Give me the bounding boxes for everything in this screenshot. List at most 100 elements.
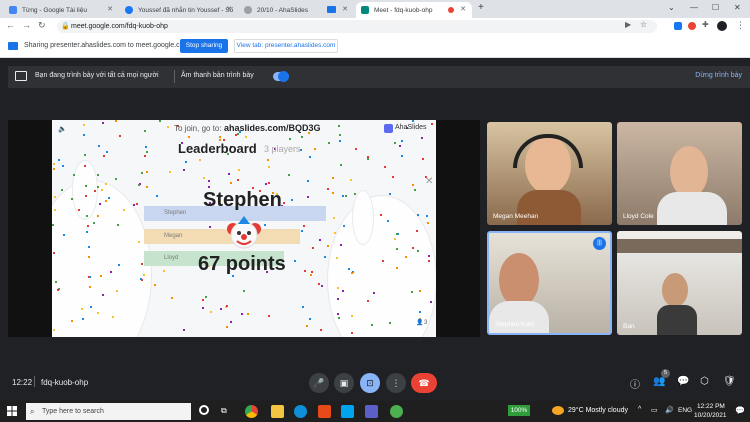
store-icon[interactable] bbox=[341, 405, 354, 418]
teams-icon[interactable] bbox=[365, 405, 378, 418]
confetti-piece bbox=[86, 231, 88, 233]
network-icon[interactable]: ▭ bbox=[651, 406, 658, 414]
close-tab-icon[interactable]: ✕ bbox=[342, 5, 348, 13]
extension-facebook-icon[interactable] bbox=[674, 22, 682, 30]
windows-start-icon[interactable] bbox=[7, 406, 17, 416]
extensions-puzzle-icon[interactable]: ✚ bbox=[702, 20, 709, 29]
reload-icon[interactable]: ↻ bbox=[38, 20, 46, 31]
language-indicator[interactable]: ENG bbox=[678, 407, 692, 414]
confetti-piece bbox=[210, 311, 212, 313]
close-icon[interactable]: ✕ bbox=[425, 176, 433, 187]
confetti-piece bbox=[384, 166, 386, 168]
participant-tile-speaking[interactable]: ||| Stephen Katri bbox=[487, 231, 612, 335]
confetti-piece bbox=[431, 123, 433, 125]
tab-meet[interactable]: Meet - fdq-kuob-ohp ✕ bbox=[356, 2, 472, 18]
host-controls-icon[interactable]: 🛡 bbox=[723, 376, 736, 387]
confetti-piece bbox=[101, 189, 103, 191]
meet-icon bbox=[361, 6, 369, 14]
confetti-piece bbox=[119, 135, 121, 137]
confetti-piece bbox=[144, 130, 146, 132]
confetti-piece bbox=[430, 301, 432, 303]
meeting-info-icon[interactable]: ⓘ bbox=[630, 376, 640, 391]
confetti-piece bbox=[348, 268, 350, 270]
cortana-icon[interactable] bbox=[199, 405, 209, 415]
menu-kebab-icon[interactable]: ⋮ bbox=[736, 20, 745, 31]
confetti-piece bbox=[98, 145, 100, 147]
close-tab-icon[interactable]: ✕ bbox=[107, 5, 113, 13]
sound-icon[interactable]: 🔈 bbox=[58, 125, 67, 133]
confetti-piece bbox=[419, 290, 421, 292]
stop-presenting-button[interactable]: Dừng trình bày bbox=[695, 72, 742, 79]
confetti-piece bbox=[105, 183, 107, 185]
chat-icon[interactable]: 💬 bbox=[677, 376, 689, 387]
participant-tile[interactable]: Megan Meehan bbox=[487, 122, 612, 225]
file-explorer-icon[interactable] bbox=[271, 405, 284, 418]
bookmark-star-icon[interactable]: ☆ bbox=[640, 20, 647, 29]
presentation-audio-toggle[interactable] bbox=[273, 71, 289, 82]
confetti-piece bbox=[61, 189, 63, 191]
confetti-piece bbox=[338, 317, 340, 319]
confetti-piece bbox=[332, 192, 334, 194]
camera-in-use-icon[interactable]: ▶ bbox=[625, 20, 631, 29]
app-green-icon[interactable] bbox=[390, 405, 403, 418]
participant-tile-self[interactable]: Bạn bbox=[617, 231, 742, 335]
notifications-icon[interactable]: 💬 bbox=[735, 406, 745, 415]
confetti-piece bbox=[342, 195, 344, 197]
office-icon[interactable] bbox=[318, 405, 331, 418]
battery-indicator[interactable]: 100% bbox=[508, 405, 530, 416]
divider bbox=[174, 70, 175, 83]
confetti-piece bbox=[102, 294, 104, 296]
clock-time[interactable]: 12:22 PM bbox=[697, 403, 725, 410]
confetti-piece bbox=[146, 186, 148, 188]
close-window-icon[interactable]: ✕ bbox=[734, 3, 741, 12]
leaderboard-title: Leaderboard bbox=[178, 141, 257, 156]
new-tab-button[interactable]: + bbox=[478, 2, 484, 13]
participant-tile[interactable]: Lloyd Cole bbox=[617, 122, 742, 225]
close-tab-icon[interactable]: ✕ bbox=[460, 5, 466, 13]
microphone-button[interactable]: 🎤 bbox=[309, 373, 329, 393]
camera-button[interactable]: ▣ bbox=[334, 373, 354, 393]
tab-google-docs[interactable]: Từng - Google Tài liệu ✕ bbox=[4, 2, 119, 18]
confetti-piece bbox=[264, 224, 266, 226]
activities-icon[interactable]: ⬡ bbox=[700, 376, 709, 387]
confetti-piece bbox=[309, 156, 311, 158]
confetti-piece bbox=[99, 203, 101, 205]
edge-icon[interactable] bbox=[294, 405, 307, 418]
more-options-button[interactable]: ⋮ bbox=[386, 373, 406, 393]
profile-avatar[interactable] bbox=[717, 21, 727, 31]
confetti-piece bbox=[57, 289, 59, 291]
minimize-icon[interactable]: — bbox=[690, 3, 698, 12]
chrome-taskbar-icon[interactable] bbox=[245, 405, 258, 418]
confetti-piece bbox=[412, 247, 414, 249]
confetti-piece bbox=[83, 124, 85, 126]
tray-overflow-icon[interactable]: ^ bbox=[638, 406, 641, 413]
confetti-piece bbox=[245, 136, 247, 138]
confetti-piece bbox=[268, 166, 270, 168]
confetti-piece bbox=[183, 169, 185, 171]
stop-sharing-button[interactable]: Stop sharing bbox=[180, 39, 228, 53]
extension-red-icon[interactable] bbox=[688, 22, 696, 30]
maximize-icon[interactable]: ☐ bbox=[712, 3, 719, 12]
tab-facebook[interactable]: Youssef đã nhắn tin Youssef - Số ✕ bbox=[120, 2, 238, 18]
tab-ahaslides[interactable]: 20/10 - AhaSlides ✕ bbox=[239, 2, 354, 18]
search-icon: ⌕ bbox=[30, 407, 35, 416]
task-view-icon[interactable]: ⧉ bbox=[221, 406, 227, 416]
close-tab-icon[interactable]: ✕ bbox=[226, 5, 232, 13]
taskbar-search-input[interactable]: ⌕ Type here to search bbox=[26, 403, 191, 420]
confetti-piece bbox=[71, 198, 73, 200]
view-tab-button[interactable]: View tab: presenter.ahaslides.com bbox=[234, 39, 338, 53]
tab-search-icon[interactable]: ⌄ bbox=[668, 3, 675, 12]
clock-date[interactable]: 10/20/2021 bbox=[694, 412, 727, 419]
volume-icon[interactable]: 🔊 bbox=[665, 406, 674, 414]
confetti-piece bbox=[188, 136, 190, 138]
back-icon[interactable]: ← bbox=[6, 20, 15, 30]
confetti-piece bbox=[54, 209, 56, 211]
ceiling-fan bbox=[617, 239, 742, 253]
present-button[interactable]: ⊡ bbox=[360, 373, 380, 393]
url-field[interactable]: 🔒 meet.google.com/fdq-kuob-ohp bbox=[57, 20, 657, 33]
forward-icon[interactable]: → bbox=[22, 20, 31, 30]
weather-text[interactable]: 29°C Mostly cloudy bbox=[568, 407, 628, 414]
confetti-piece bbox=[52, 224, 54, 226]
confetti-piece bbox=[54, 196, 56, 198]
end-call-button[interactable]: ☎ bbox=[411, 373, 437, 393]
